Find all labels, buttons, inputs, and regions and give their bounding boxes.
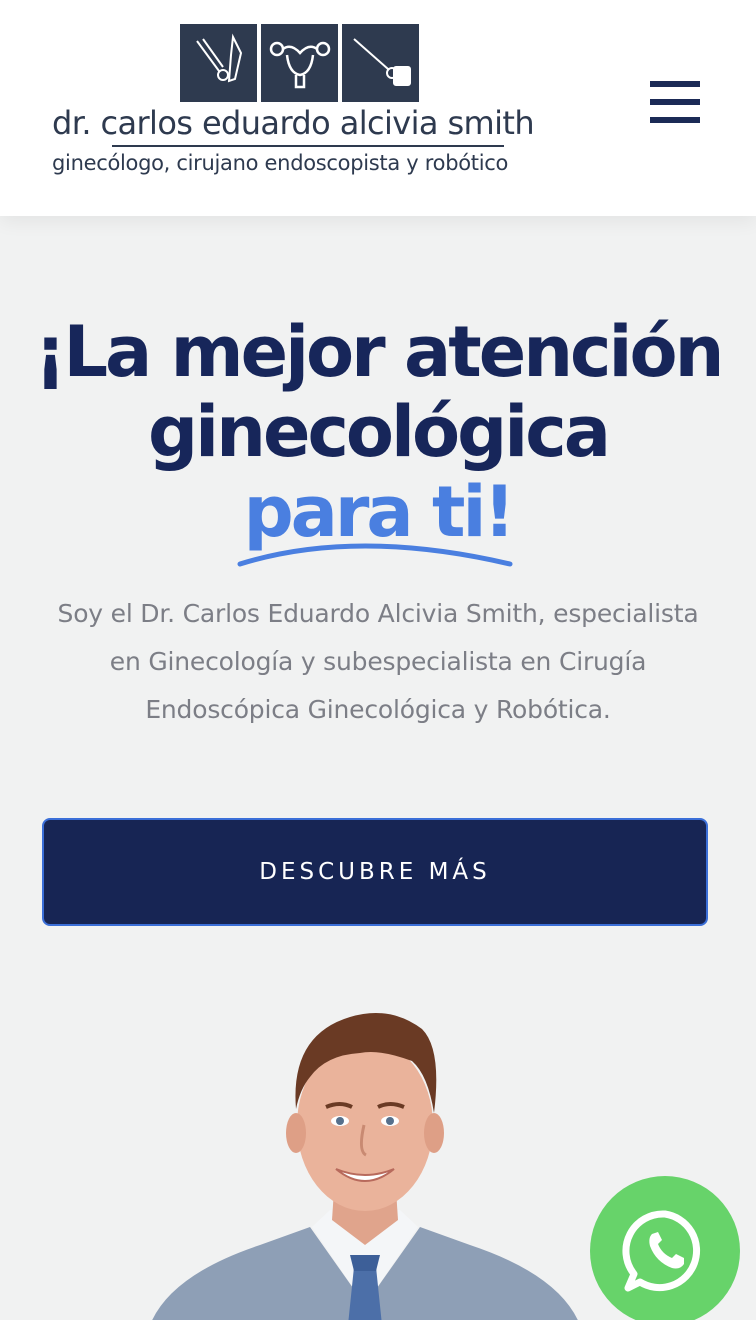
logo-subtitle: ginecólogo, cirujano endoscopista y robó… — [52, 151, 509, 175]
logo-name: dr. carlos eduardo alcivia smith — [52, 104, 535, 142]
menu-bar — [650, 81, 700, 87]
hero-title-line-2: ginecológica — [148, 391, 611, 473]
laparoscope-icon — [342, 24, 419, 102]
site-header: dr. carlos eduardo alcivia smith ginecól… — [0, 0, 756, 216]
hamburger-menu-icon[interactable] — [650, 81, 700, 123]
whatsapp-button[interactable] — [590, 1176, 740, 1320]
surgical-instruments-icon — [180, 24, 257, 102]
menu-bar — [650, 117, 700, 123]
logo-icon-group — [180, 24, 419, 102]
hero-title: ¡La mejor atención ginecológica para ti! — [0, 312, 756, 552]
hero-description: Soy el Dr. Carlos Eduardo Alcivia Smith,… — [57, 599, 699, 724]
hero-title-line-1: ¡La mejor atención — [34, 311, 725, 393]
discover-more-button[interactable]: DESCUBRE MÁS — [42, 818, 708, 926]
underline-swoosh — [237, 543, 513, 567]
menu-bar — [650, 99, 700, 105]
uterus-icon — [261, 24, 338, 102]
doctor-portrait — [152, 1013, 578, 1320]
site-logo[interactable]: dr. carlos eduardo alcivia smith ginecól… — [52, 24, 552, 184]
whatsapp-icon — [622, 1210, 701, 1292]
logo-divider — [112, 145, 504, 147]
page: dr. carlos eduardo alcivia smith ginecól… — [0, 0, 756, 1320]
